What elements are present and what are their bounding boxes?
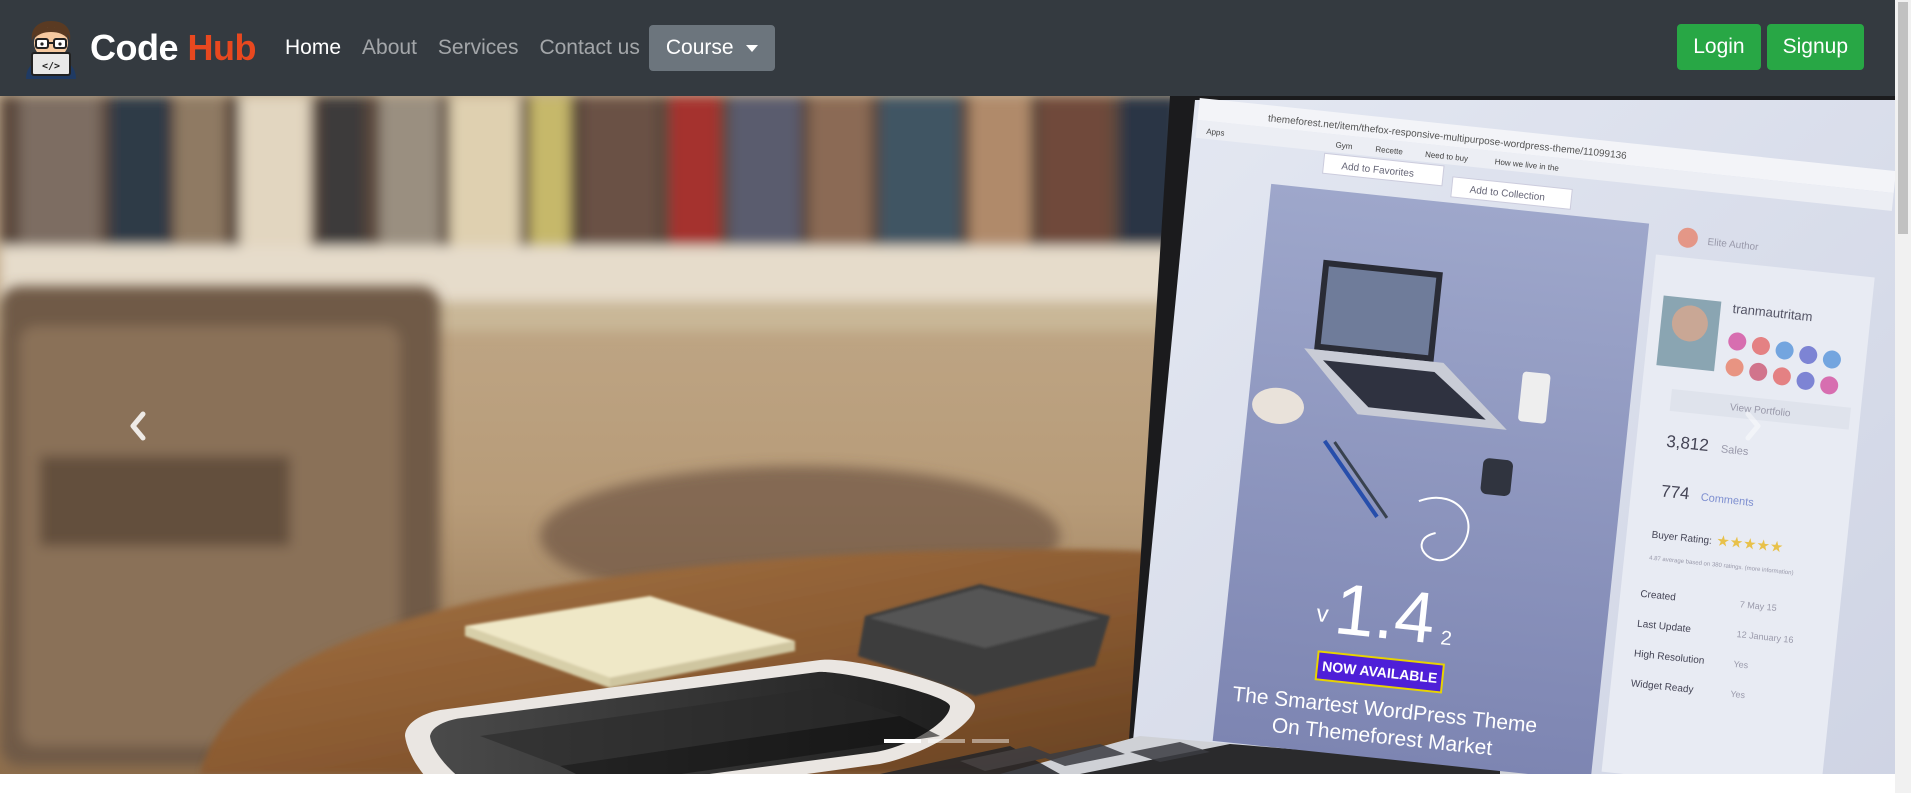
page: </> Code Hub Home About Services Contact… [0,0,1911,793]
caret-down-icon [745,44,758,52]
course-dropdown-label: Course [665,36,734,59]
screen-bookmark-gym: Gym [1335,140,1353,151]
screen-version-minor: 2 [1440,627,1453,650]
carousel-indicators [884,739,1016,743]
carousel-indicator-1[interactable] [884,739,921,743]
nav-home[interactable]: Home [285,36,341,60]
page-scrollbar[interactable] [1895,0,1911,793]
hero-carousel: themeforest.net/item/thefox-responsive-m… [0,96,1895,774]
scrollbar-thumb[interactable] [1898,2,1908,234]
carousel-prev-button[interactable] [118,406,158,446]
carousel-next-button[interactable] [1733,406,1773,446]
svg-text:</>: </> [42,61,60,72]
screen-bookmark-apps: Apps [1206,127,1225,138]
programmer-avatar-icon: </> [26,21,76,79]
login-button[interactable]: Login [1677,24,1761,70]
carousel-indicator-2[interactable] [928,739,965,743]
carousel-indicator-3[interactable] [972,739,1009,743]
nav-links: Home About Services Contact us Course [285,25,775,71]
signup-button[interactable]: Signup [1766,24,1864,70]
brand-name-hub: Hub [187,27,257,68]
nav-about[interactable]: About [362,36,417,60]
brand-link[interactable]: </> Code Hub [20,17,257,79]
course-dropdown-button[interactable]: Course [648,25,775,71]
navbar: </> Code Hub Home About Services Contact… [0,0,1895,96]
nav-services[interactable]: Services [438,36,519,60]
chevron-right-icon [1745,411,1761,441]
brand-name-code: Code [90,27,179,68]
brand-name: Code Hub [90,27,257,68]
screen-meta-widget-val: Yes [1730,689,1746,701]
auth-buttons: Login Signup [1671,24,1864,70]
nav-contact-us[interactable]: Contact us [539,36,639,60]
carousel-slide-image: themeforest.net/item/thefox-responsive-m… [0,96,1895,774]
screen-meta-highres-val: Yes [1733,659,1749,671]
screen-comments-count: 774 [1660,481,1690,503]
screen-version-major: 1.4 [1331,569,1439,659]
chevron-left-icon [130,411,146,441]
